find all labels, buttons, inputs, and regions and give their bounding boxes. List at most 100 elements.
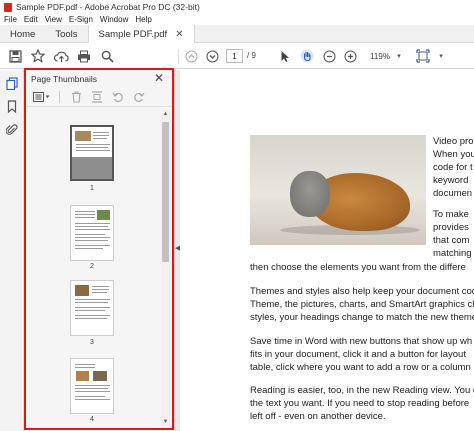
document-view: Video pro When you code for t keyword do… (180, 70, 474, 431)
scroll-up-icon[interactable]: ▲ (162, 110, 169, 118)
tab-home[interactable]: Home (0, 25, 45, 43)
page-number-input[interactable]: 1 (226, 49, 243, 63)
doc-text-line: then choose the elements you want from t… (250, 262, 466, 273)
doc-text-line: table, click where you want to add a row… (250, 362, 471, 373)
options-menu-icon[interactable] (32, 90, 52, 104)
acrobat-icon (4, 2, 12, 12)
page-thumbnail-2[interactable] (70, 205, 114, 261)
panel-header: Page Thumbnails ✕ (26, 70, 172, 87)
menu-edit[interactable]: Edit (24, 15, 38, 24)
thumbnail-line (93, 132, 109, 133)
zoom-out-icon[interactable] (320, 47, 338, 65)
doc-text-line: provides (433, 222, 469, 233)
doc-text-line: left off - even on another device. (250, 411, 386, 422)
toolbar-separator (178, 49, 179, 64)
search-icon[interactable] (98, 47, 116, 65)
page-thumbnail-3[interactable] (70, 280, 114, 336)
tab-document-label: Sample PDF.pdf (98, 28, 168, 40)
thumbnail-label: 1 (90, 185, 94, 192)
doc-text-line: fits in your document, click it and a bu… (250, 349, 466, 360)
doc-text-line: code for t (433, 162, 473, 173)
thumbnail-line (75, 245, 110, 246)
thumbnail-line (75, 214, 95, 215)
insert-page-icon[interactable] (90, 90, 104, 104)
scrollbar-thumb[interactable] (162, 122, 169, 262)
thumbnail-line (76, 147, 108, 148)
thumbnail-line (75, 223, 110, 224)
thumbnail-image (75, 131, 91, 141)
tab-tools[interactable]: Tools (45, 25, 87, 43)
doc-text-line: documen (433, 188, 473, 199)
thumbnail-line (75, 307, 110, 308)
thumbnail-image (76, 371, 89, 381)
menu-window[interactable]: Window (100, 15, 128, 24)
thumbnail-line (75, 318, 107, 319)
zoom-dropdown-icon[interactable]: ▾ (394, 47, 404, 65)
window-title: Sample PDF.pdf - Adobe Acrobat Pro DC (3… (16, 2, 200, 12)
doc-text-line: that com (433, 235, 470, 246)
thumbnail-line (75, 385, 110, 386)
thumbnail-line (75, 217, 95, 218)
doc-text-line: When you (433, 149, 474, 160)
delete-icon[interactable] (69, 90, 83, 104)
print-icon[interactable] (75, 47, 93, 65)
menu-view[interactable]: View (45, 15, 62, 24)
thumbnail-line (75, 396, 105, 397)
title-bar: Sample PDF.pdf - Adobe Acrobat Pro DC (3… (0, 0, 474, 14)
menu-help[interactable]: Help (135, 15, 151, 24)
doc-text-line: keyword (433, 175, 469, 186)
redo-icon[interactable] (132, 90, 146, 104)
thumbnail-line (75, 211, 95, 212)
thumbnail-line (75, 226, 108, 227)
thumbnail-list: 1 2 3 4 (26, 108, 160, 426)
doc-text-line: styles, your headings change to match th… (250, 312, 474, 323)
undo-icon[interactable] (111, 90, 125, 104)
scroll-down-icon[interactable]: ▼ (162, 418, 169, 426)
attachments-icon[interactable] (4, 121, 20, 137)
thumbnail-label: 4 (90, 416, 94, 423)
thumbnail-line (75, 248, 103, 249)
close-icon[interactable]: ✕ (154, 71, 164, 85)
thumbnail-line (76, 150, 110, 151)
thumbnail-line (75, 391, 110, 392)
bookmarks-icon[interactable] (4, 98, 20, 114)
thumbnail-line (75, 229, 110, 230)
cat-figure (290, 171, 330, 217)
panel-title: Page Thumbnails (31, 73, 97, 84)
zoom-level[interactable]: 119% (364, 49, 396, 63)
tab-document[interactable]: Sample PDF.pdf ✕ (87, 25, 195, 43)
menu-esign[interactable]: E-Sign (69, 15, 93, 24)
page-down-icon[interactable] (203, 47, 221, 65)
thumbnail-line (93, 138, 107, 139)
menu-file[interactable]: File (4, 15, 17, 24)
page-thumbnail-1[interactable] (70, 125, 114, 181)
doc-text-line: the text you want. If you need to stop r… (250, 398, 470, 409)
thumbnail-line (75, 364, 95, 365)
fit-page-icon[interactable] (414, 47, 432, 65)
select-cursor-icon[interactable] (277, 47, 293, 65)
panel-toolbar (26, 87, 172, 107)
zoom-in-icon[interactable] (341, 47, 359, 65)
thumbnail-image (93, 371, 107, 381)
fit-dropdown-icon[interactable]: ▾ (436, 47, 446, 65)
panel-scrollbar[interactable]: ▲ ▼ (161, 110, 170, 426)
close-tab-icon[interactable]: ✕ (175, 29, 183, 40)
toolbar: 1 / 9 119% ▾ ▾ (0, 43, 474, 69)
thumbnail-line (75, 299, 110, 300)
save-icon[interactable] (6, 47, 24, 65)
hand-icon[interactable] (298, 47, 316, 65)
page-thumbnails-panel: Page Thumbnails ✕ 1 2 3 4 ▲ ▼ (24, 68, 174, 430)
thumbnail-line (93, 135, 109, 136)
bookmark-star-icon[interactable] (29, 47, 47, 65)
doc-text-line: Reading is easier, too, in the new Readi… (250, 385, 474, 396)
upload-icon[interactable] (52, 47, 70, 65)
doc-text-line: To make (433, 209, 469, 220)
page-thumbnails-icon[interactable] (4, 75, 20, 91)
page-thumbnail-4[interactable] (70, 358, 114, 414)
thumbnail-label: 2 (90, 263, 94, 270)
thumbnail-viewport-overlay (72, 157, 112, 179)
doc-text-line: matching (433, 248, 472, 259)
thumbnail-line (92, 292, 107, 293)
tab-bar: Home Tools Sample PDF.pdf ✕ (0, 25, 474, 43)
page-up-icon[interactable] (182, 47, 200, 65)
